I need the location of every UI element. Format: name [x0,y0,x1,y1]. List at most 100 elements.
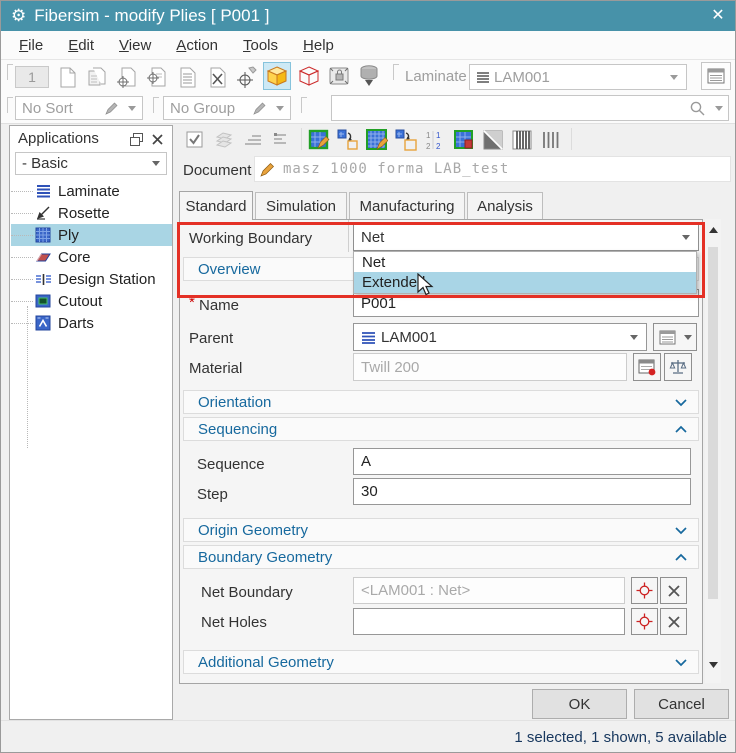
dropdown-option-extended[interactable]: Extended [354,272,696,293]
tab-simulation[interactable]: Simulation [255,192,347,219]
document-origin-icon[interactable] [113,63,141,91]
toolbar-grip[interactable] [301,97,307,113]
tab-standard[interactable]: Standard [179,191,253,220]
material-table-button[interactable] [633,353,661,381]
material-table-icon [638,359,656,375]
new-document-icon[interactable] [53,63,81,91]
copy-laminate-to-icon[interactable] [394,128,418,152]
section-sequencing[interactable]: Sequencing [183,417,699,441]
solid-cube-icon[interactable] [263,62,291,90]
crosshair-icon [636,582,653,599]
select-check-icon[interactable] [183,128,207,152]
pencil-icon [260,162,274,177]
close-panel-icon[interactable] [151,133,164,146]
list-icon [707,68,725,84]
group-combobox[interactable]: No Group [163,96,291,120]
scroll-down-icon[interactable] [708,661,719,669]
toolbar-grip[interactable] [393,64,399,80]
dropdown-option-net[interactable]: Net [354,252,696,272]
copy-document-icon[interactable] [83,63,111,91]
chevron-down-icon [670,74,678,80]
bars-icon[interactable] [539,128,563,152]
wireframe-cube-icon[interactable] [295,62,323,90]
menu-view[interactable]: View [119,37,151,54]
edit-ply-grid-icon[interactable] [307,128,331,152]
scrollbar-thumb[interactable] [708,247,718,599]
section-additional-geometry[interactable]: Additional Geometry [183,650,699,674]
column-divider [348,220,349,252]
sidebar-item-design-station[interactable]: Design Station [11,268,172,290]
parent-label: Parent [189,330,234,347]
document-field[interactable]: masz 1000 forma LAB_test [254,156,731,182]
section-boundary-geometry[interactable]: Boundary Geometry [183,545,699,569]
menu-file[interactable]: File [19,37,43,54]
sidebar-item-darts[interactable]: Darts [11,312,172,334]
material-field: Twill 200 [353,353,627,381]
sort-value: No Sort [22,99,73,117]
laminate-list-button[interactable] [701,62,731,90]
sidebar-item-ply[interactable]: Ply [11,224,172,246]
laminate-value: LAM001 [494,68,550,86]
cancel-button[interactable]: Cancel [634,689,729,719]
working-boundary-combobox[interactable]: Net [353,223,699,251]
menu-action[interactable]: Action [176,37,218,54]
tab-analysis[interactable]: Analysis [467,192,543,219]
parent-options-button[interactable] [680,323,697,351]
striped-fill-icon[interactable] [510,128,534,152]
scroll-up-icon[interactable] [708,226,719,234]
net-holes-clear-button[interactable] [660,608,687,635]
menu-tools[interactable]: Tools [243,37,278,54]
net-holes-input[interactable] [353,608,625,635]
search-icon[interactable] [689,100,706,117]
float-panel-icon[interactable] [129,132,144,147]
parent-combobox[interactable]: LAM001 [353,323,647,351]
ok-button[interactable]: OK [532,689,627,719]
net-boundary-pick-button[interactable] [631,577,658,604]
count-box: 1 [15,66,49,88]
document-delete-icon[interactable] [203,63,231,91]
net-boundary-clear-button[interactable] [660,577,687,604]
copy-ply-to-icon[interactable] [336,128,360,152]
sequence-input[interactable] [353,448,691,475]
sort-order-icon[interactable] [241,128,265,152]
toolbar-grip[interactable] [153,97,159,113]
crosshair-icon [636,613,653,630]
document-origin-add-icon[interactable] [143,63,171,91]
sidebar-item-laminate[interactable]: Laminate [11,180,172,202]
diagonal-fill-icon[interactable] [481,128,505,152]
search-input[interactable] [334,98,694,118]
parent-list-button[interactable] [653,323,681,351]
laminate-combobox[interactable]: LAM001 [469,64,687,90]
sidebar-item-rosette[interactable]: Rosette [11,202,172,224]
chevron-down-icon[interactable] [715,105,723,111]
step-input[interactable] [353,478,691,505]
sidebar-item-cutout[interactable]: Cutout [11,290,172,312]
material-compare-button[interactable] [664,353,692,381]
locked-view-icon[interactable] [325,62,353,90]
pick-origin-icon[interactable] [233,63,261,91]
chevron-up-icon [675,553,687,561]
edit-laminate-grid-icon[interactable] [365,128,389,152]
sort-combobox[interactable]: No Sort [15,96,143,120]
tab-manufacturing[interactable]: Manufacturing [349,192,465,219]
application-mode-combobox[interactable]: - Basic [15,152,167,175]
section-origin-geometry[interactable]: Origin Geometry [183,518,699,542]
parent-value: LAM001 [381,328,437,346]
net-holes-pick-button[interactable] [631,608,658,635]
svg-text:2: 2 [426,142,431,151]
group-order-icon[interactable] [270,128,294,152]
close-icon[interactable]: ✕ [705,4,731,28]
renumber-icon[interactable]: 1122 [423,128,447,152]
clear-x-icon [667,584,680,597]
svg-text:2: 2 [436,142,441,151]
grid-region-icon[interactable] [452,128,476,152]
sidebar-item-core[interactable]: Core [11,246,172,268]
menu-help[interactable]: Help [303,37,334,54]
menu-edit[interactable]: Edit [68,37,94,54]
section-orientation[interactable]: Orientation [183,390,699,414]
toolbar-grip[interactable] [7,97,13,113]
export-data-icon[interactable] [355,62,383,90]
toolbar-grip[interactable] [7,64,13,80]
document-list-icon[interactable] [173,63,201,91]
laminate-label: Laminate [405,68,467,85]
